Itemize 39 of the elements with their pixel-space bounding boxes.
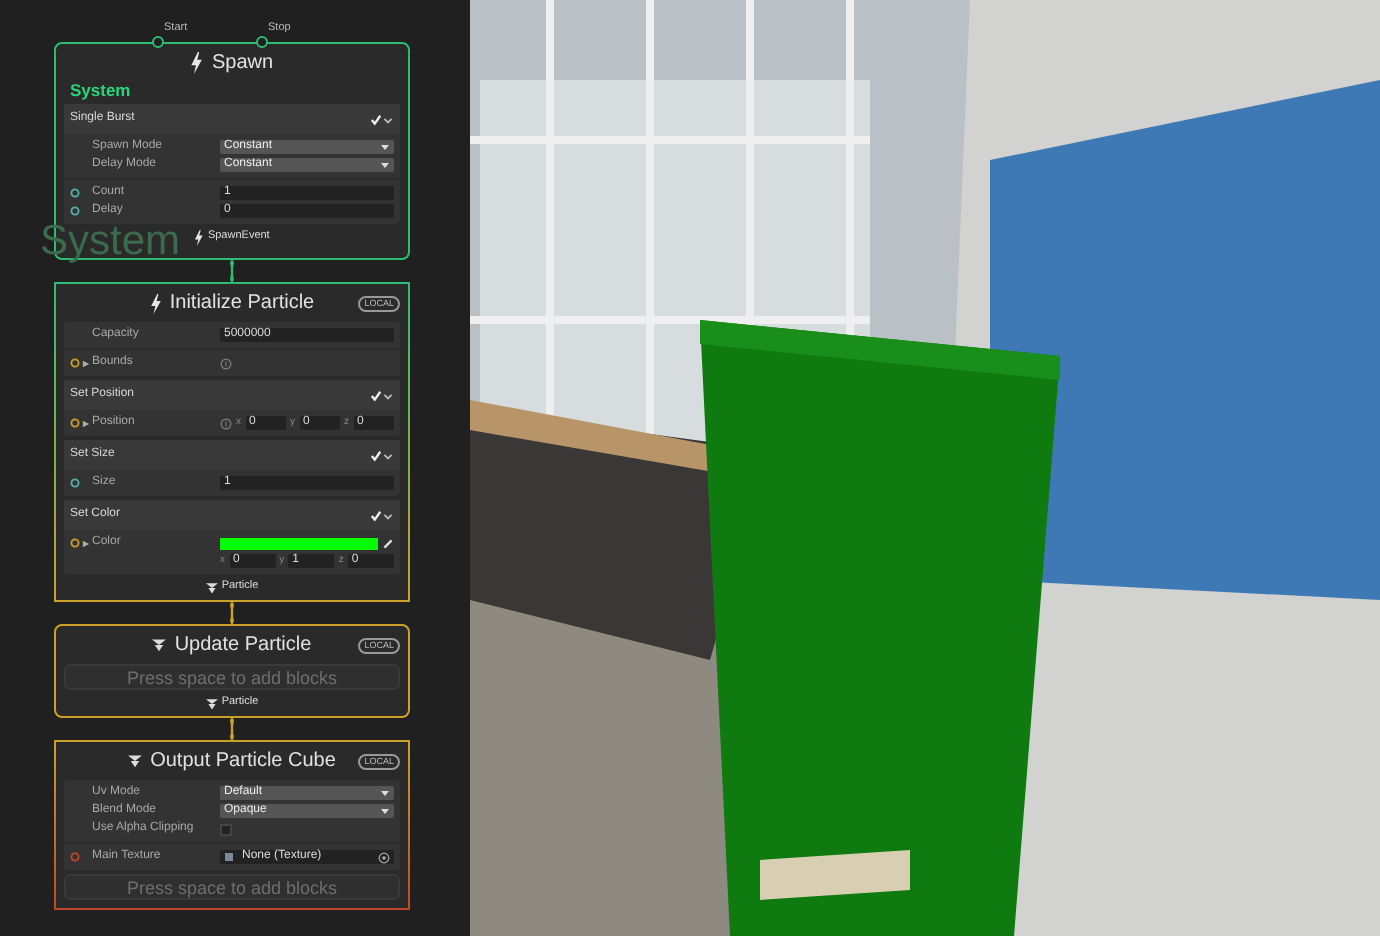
target-icon [378, 851, 390, 863]
funnel-icon [128, 754, 143, 768]
flow-port[interactable] [256, 36, 268, 48]
expand-arrow-icon [82, 359, 90, 367]
chevron-icon [382, 113, 394, 125]
checkbox[interactable] [220, 823, 232, 835]
system-name: System [68, 78, 133, 100]
port-icon [70, 418, 80, 428]
lightning-icon [194, 229, 204, 245]
port-icon [70, 478, 80, 488]
funnel-icon [152, 638, 167, 652]
expand-arrow-icon [82, 419, 90, 427]
add-blocks-hint: Press space to add blocks [64, 874, 400, 900]
enabled-checkbox[interactable] [370, 389, 382, 401]
texture-icon [224, 852, 234, 862]
chevron-icon [382, 509, 394, 521]
node-title: Output Particle Cube [150, 748, 336, 776]
eyedropper-icon [382, 537, 394, 549]
add-blocks-hint: Press space to add blocks [64, 664, 400, 690]
enabled-checkbox[interactable] [370, 509, 382, 521]
lightning-icon [149, 293, 162, 313]
enabled-checkbox[interactable] [370, 113, 382, 125]
flow-port[interactable] [152, 36, 164, 48]
chevron-icon [382, 449, 394, 461]
node-title: Spawn [212, 50, 274, 78]
node-title: Update Particle [174, 632, 312, 660]
port-icon [70, 358, 80, 368]
enabled-checkbox[interactable] [370, 449, 382, 461]
chevron-icon [382, 389, 394, 401]
funnel-icon [205, 697, 218, 709]
node-title: Initialize Particle [169, 290, 315, 318]
funnel-icon [205, 581, 218, 593]
port-icon [70, 538, 80, 548]
expand-arrow-icon [82, 539, 90, 547]
color-swatch[interactable] [220, 537, 378, 549]
info-icon [220, 357, 232, 369]
lightning-icon [190, 52, 204, 74]
port-icon [70, 852, 80, 862]
info-icon [220, 417, 232, 429]
